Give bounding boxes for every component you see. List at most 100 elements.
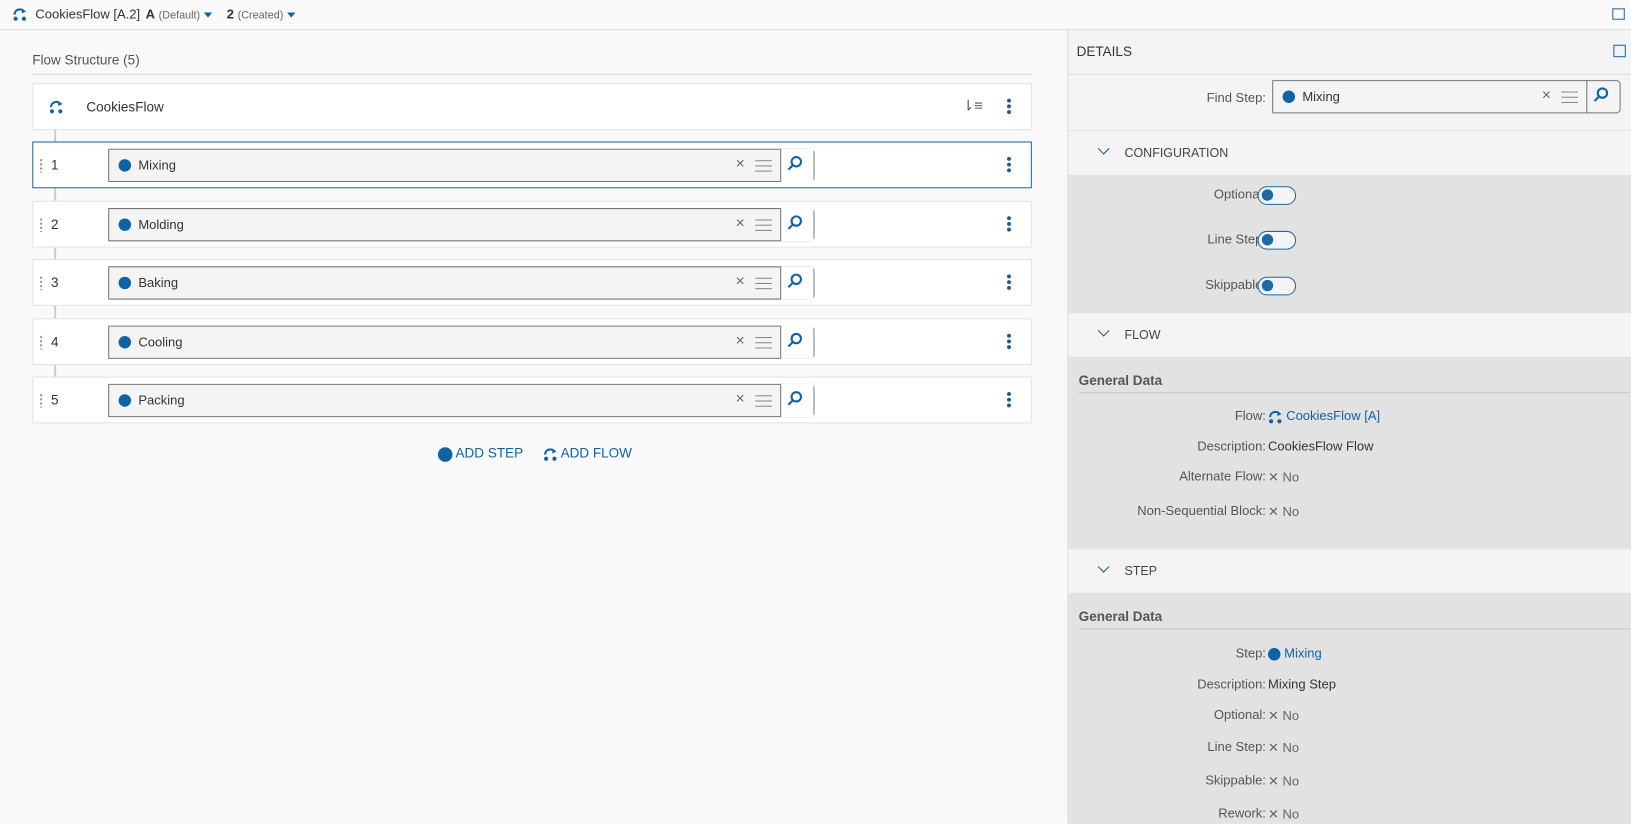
- connector: [54, 365, 57, 377]
- find-step-value: Mixing: [1302, 89, 1340, 105]
- sort-icon[interactable]: ⇂≡: [962, 97, 983, 115]
- clear-icon[interactable]: ×: [736, 332, 745, 350]
- skippable-value: ✕ No: [1268, 773, 1299, 789]
- details-panel: DETAILS Find Step: Mixing × CONFIGURATIO…: [1067, 30, 1631, 824]
- root-flow-name: CookiesFlow: [86, 98, 164, 115]
- step-icon: [118, 394, 132, 407]
- collapse-panel-icon[interactable]: [1613, 44, 1626, 58]
- filter-icon[interactable]: [755, 217, 772, 232]
- filter-icon[interactable]: [755, 334, 772, 350]
- flow-section-header[interactable]: FLOW: [1068, 312, 1631, 357]
- search-button[interactable]: [780, 148, 814, 183]
- more-icon[interactable]: [1006, 391, 1012, 408]
- value-text: No: [1282, 740, 1300, 756]
- skippable-label: Skippable:: [1205, 277, 1266, 293]
- step-input[interactable]: Cooling ×: [108, 325, 815, 359]
- drag-handle-icon[interactable]: [39, 275, 43, 291]
- find-step-input[interactable]: Mixing ×: [1272, 80, 1621, 114]
- x-icon: ✕: [1268, 773, 1279, 789]
- more-icon[interactable]: [1006, 273, 1012, 291]
- skippable-toggle[interactable]: [1257, 276, 1297, 296]
- filter-icon[interactable]: [755, 158, 772, 173]
- line-step-toggle[interactable]: [1257, 230, 1297, 250]
- drag-handle-icon[interactable]: [39, 334, 43, 350]
- add-step-label: ADD STEP: [455, 445, 524, 461]
- more-icon[interactable]: [1006, 332, 1012, 350]
- filter-icon[interactable]: [1561, 89, 1578, 105]
- root-flow-row[interactable]: CookiesFlow ⇂≡: [32, 83, 1032, 131]
- section-title: FLOW: [1124, 327, 1161, 343]
- clear-icon[interactable]: ×: [736, 155, 745, 173]
- search-button[interactable]: [780, 266, 814, 300]
- flow-link[interactable]: CookiesFlow [A]: [1268, 409, 1380, 424]
- step-input[interactable]: Baking ×: [108, 266, 815, 300]
- search-button[interactable]: [780, 325, 814, 359]
- find-step-label: Find Step:: [1206, 90, 1266, 106]
- revision: 2: [226, 7, 234, 22]
- step-name: Molding: [138, 217, 184, 232]
- clear-icon[interactable]: ×: [736, 390, 745, 408]
- configuration-section-header[interactable]: CONFIGURATION: [1068, 130, 1631, 175]
- step-row[interactable]: 4 Cooling ×: [32, 318, 1032, 366]
- flow-structure-title: Flow Structure (5): [32, 52, 1032, 75]
- more-icon[interactable]: [1006, 215, 1012, 232]
- step-input[interactable]: Packing ×: [108, 383, 815, 418]
- optional-toggle[interactable]: [1257, 186, 1297, 205]
- search-button[interactable]: [780, 383, 814, 418]
- search-icon: [1596, 87, 1609, 99]
- more-icon[interactable]: [1006, 156, 1012, 173]
- step-section-header[interactable]: STEP: [1068, 548, 1631, 593]
- skippable-label: Skippable:: [1205, 772, 1266, 788]
- add-step-button[interactable]: ADD STEP: [437, 445, 524, 462]
- general-data-heading: General Data: [1078, 609, 1630, 630]
- add-flow-button[interactable]: ADD FLOW: [543, 445, 632, 461]
- line-step-value: ✕ No: [1268, 740, 1299, 756]
- step-row[interactable]: 1 Mixing ×: [32, 141, 1032, 189]
- configuration-section: Optional: Line Step: Skippable:: [1068, 174, 1631, 313]
- step-row[interactable]: 2 Molding ×: [32, 200, 1032, 248]
- drag-handle-icon[interactable]: [39, 217, 43, 232]
- step-input[interactable]: Mixing ×: [108, 148, 815, 183]
- flow-icon: [1269, 410, 1282, 424]
- step-number: 3: [50, 274, 59, 291]
- version-selector[interactable]: A (Default): [146, 7, 213, 22]
- step-row[interactable]: 3 Baking ×: [32, 259, 1032, 306]
- value-text: No: [1282, 470, 1300, 485]
- step-icon: [118, 335, 132, 349]
- search-icon: [790, 215, 802, 227]
- version: A: [145, 7, 156, 22]
- clear-icon[interactable]: ×: [1542, 86, 1551, 104]
- non-sequential-block-label: Non-Sequential Block:: [1137, 503, 1266, 519]
- expand-icon[interactable]: [1612, 8, 1625, 20]
- flow-icon: [49, 99, 64, 114]
- search-icon: [790, 391, 802, 403]
- section-title: STEP: [1124, 563, 1158, 579]
- step-input[interactable]: Molding ×: [108, 208, 815, 242]
- clear-icon[interactable]: ×: [736, 273, 745, 291]
- step-label: Step:: [1235, 645, 1266, 661]
- revision-selector[interactable]: 2 (Created): [227, 7, 296, 22]
- search-button[interactable]: [1586, 80, 1619, 114]
- step-row[interactable]: 5 Packing ×: [32, 376, 1032, 424]
- description-value: CookiesFlow Flow: [1268, 438, 1374, 454]
- filter-icon[interactable]: [755, 275, 772, 291]
- connector: [54, 130, 57, 142]
- top-bar: CookiesFlow [A.2] A (Default) 2 (Created…: [0, 0, 1631, 31]
- search-button[interactable]: [780, 208, 814, 242]
- more-icon[interactable]: [1006, 97, 1012, 115]
- drag-handle-icon[interactable]: [39, 393, 43, 408]
- filter-icon[interactable]: [755, 393, 772, 408]
- revision-note: (Created): [237, 10, 284, 22]
- chevron-down-icon: [1097, 324, 1110, 337]
- non-sequential-block-value: ✕ No: [1268, 503, 1299, 519]
- step-section: General Data Step: Mixing Description: Mi…: [1068, 592, 1631, 824]
- step-link[interactable]: Mixing: [1268, 646, 1322, 661]
- line-step-label: Line Step:: [1207, 739, 1266, 755]
- description-label: Description:: [1197, 677, 1266, 692]
- clear-icon[interactable]: ×: [736, 214, 745, 232]
- flow-label: Flow:: [1234, 408, 1266, 424]
- connector: [54, 188, 57, 201]
- caret-down-icon: [287, 12, 296, 18]
- value-text: No: [1282, 807, 1300, 822]
- drag-handle-icon[interactable]: [39, 158, 43, 173]
